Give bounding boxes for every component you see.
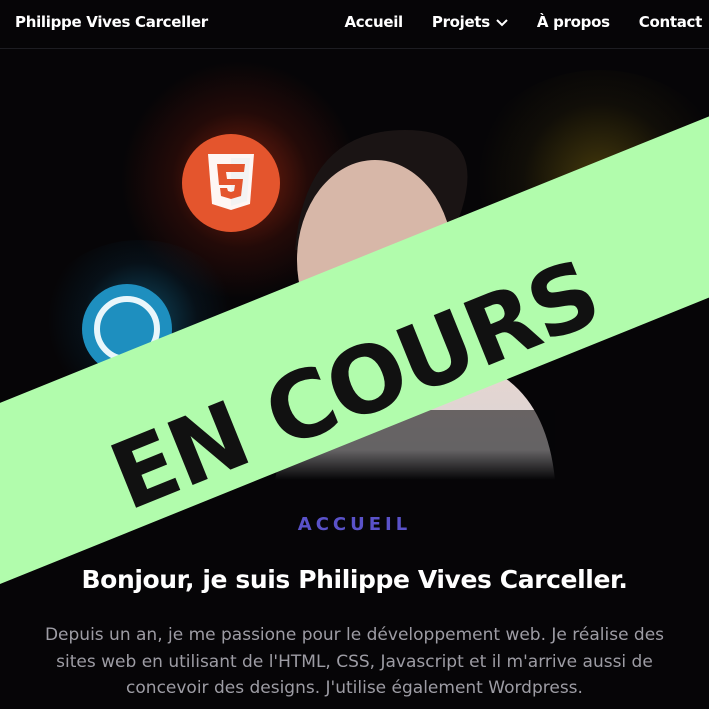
nav-projets[interactable]: Projets xyxy=(432,13,508,31)
page-title: Bonjour, je suis Philippe Vives Carcelle… xyxy=(81,565,628,594)
site-brand[interactable]: Philippe Vives Carceller xyxy=(15,13,208,31)
nav-a-propos[interactable]: À propos xyxy=(537,13,610,31)
nav-projets-label: Projets xyxy=(431,13,490,31)
nav-contact-label: Contact xyxy=(638,13,703,31)
chevron-down-icon xyxy=(496,13,508,31)
nav-contact[interactable]: Contact xyxy=(638,13,703,31)
intro-paragraph: Depuis un an, je me passione pour le dév… xyxy=(44,625,665,698)
nav-a-propos-label: À propos xyxy=(536,13,610,31)
section-label: ACCUEIL xyxy=(297,514,412,535)
nav-accueil[interactable]: Accueil xyxy=(344,13,403,31)
nav-accueil-label: Accueil xyxy=(344,13,403,31)
top-navbar: Philippe Vives Carceller Accueil Projets… xyxy=(0,0,709,49)
main-menu: Accueil Projets À propos Contact xyxy=(315,13,702,31)
